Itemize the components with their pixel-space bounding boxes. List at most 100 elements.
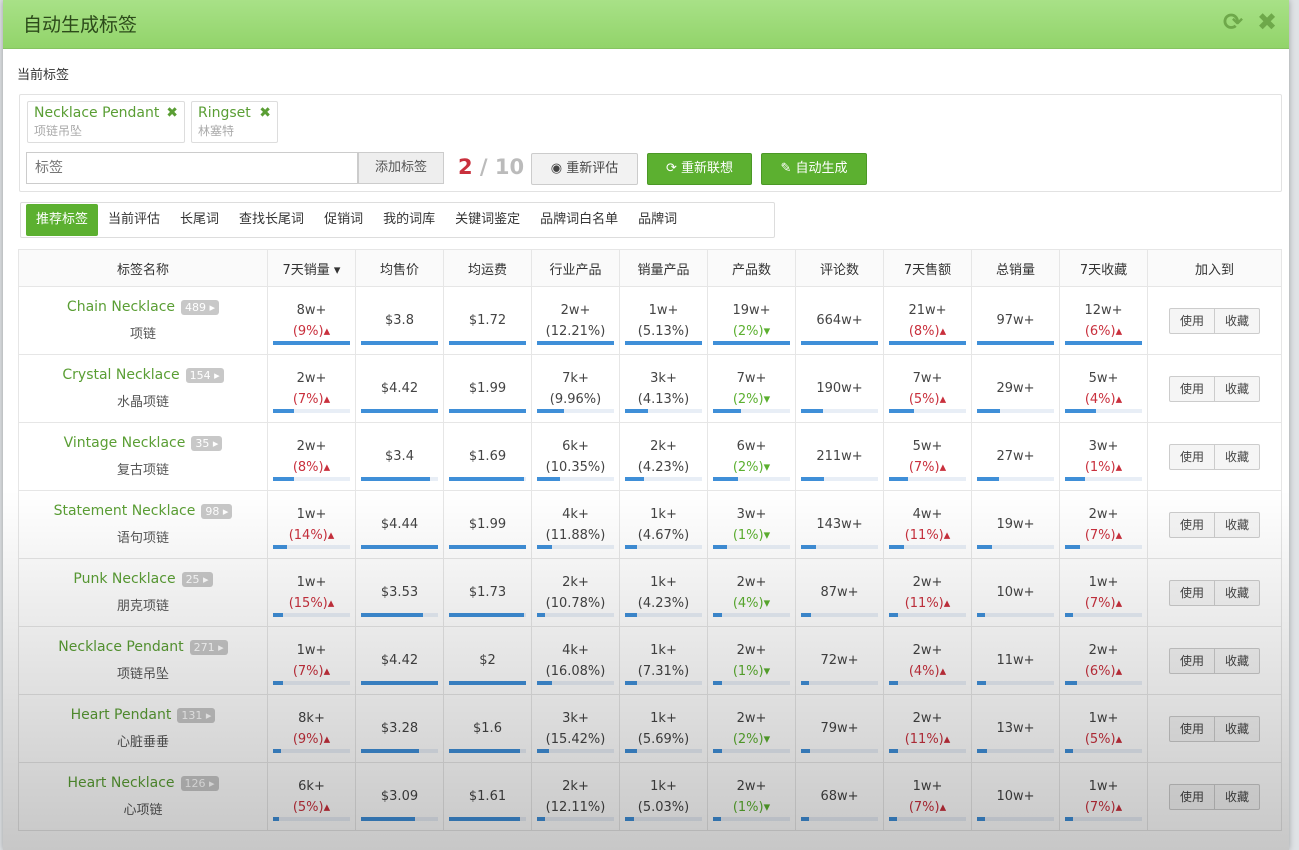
metric-bar-fill (801, 613, 811, 617)
metric-bar-fill (449, 341, 526, 345)
metric-bar-fill (713, 613, 723, 617)
reevaluate-button[interactable]: ◉ 重新评估 (531, 153, 638, 185)
industry-products-cell: 2k+ (10.78%) (531, 558, 620, 627)
col-total-sales[interactable]: 总销量 (971, 249, 1060, 287)
tag-name[interactable]: Heart Pendant (71, 707, 172, 723)
tag-count-badge[interactable]: 98 ▸ (201, 504, 233, 519)
tag-count-badge[interactable]: 271 ▸ (189, 640, 228, 655)
tag-name[interactable]: Heart Necklace (67, 775, 174, 791)
metric-bar (713, 817, 790, 821)
col-tag-name[interactable]: 标签名称 (18, 249, 268, 287)
use-button[interactable]: 使用 (1168, 783, 1215, 810)
metric-value: 13w+ (996, 721, 1035, 736)
col-industry-products[interactable]: 行业产品 (531, 249, 620, 287)
avg-price-cell: $4.42 (355, 354, 444, 423)
metric-bar-fill (713, 749, 723, 753)
col-reviews[interactable]: 评论数 (795, 249, 884, 287)
favorite-button[interactable]: 收藏 (1215, 307, 1261, 334)
tag-name[interactable]: Punk Necklace (73, 571, 175, 587)
metric-value: 2w+ (736, 710, 767, 726)
col-avg-shipping[interactable]: 均运费 (443, 249, 532, 287)
tag-count-max: 10 (494, 155, 525, 179)
autogen-button[interactable]: ✎ 自动生成 (761, 153, 867, 185)
tag-name[interactable]: Chain Necklace (67, 299, 175, 315)
favorite-button[interactable]: 收藏 (1215, 375, 1261, 402)
reassociate-button[interactable]: ⟳ 重新联想 (647, 153, 752, 185)
tag-name[interactable]: Statement Necklace (54, 503, 196, 519)
metric-bar-fill (361, 749, 419, 753)
tag-count-badge[interactable]: 154 ▸ (185, 368, 224, 383)
metric-bar (449, 749, 526, 753)
use-button[interactable]: 使用 (1168, 375, 1215, 402)
col-avg-price[interactable]: 均售价 (355, 249, 444, 287)
col-revenue-7d[interactable]: 7天售额 (883, 249, 972, 287)
tab-promo-words[interactable]: 促销词 (314, 204, 373, 236)
metric-value: 29w+ (996, 381, 1035, 396)
col-sales-7d[interactable]: 7天销量 ▾ (267, 249, 356, 287)
tag-count-badge[interactable]: 35 ▸ (191, 436, 223, 451)
favorites-7d-cell: 5w+ (4%)▴ (1059, 354, 1148, 423)
avg-price-cell: $3.8 (355, 286, 444, 355)
tag-input[interactable] (26, 152, 358, 184)
metric-percent: (1%)▴ (1084, 459, 1123, 475)
favorites-7d-cell: 1w+ (7%)▴ (1059, 558, 1148, 627)
close-icon[interactable]: ✖ (1255, 10, 1279, 34)
metric-bar (273, 545, 350, 549)
add-tag-button[interactable]: 添加标签 (358, 152, 444, 184)
tag-count-badge[interactable]: 126 ▸ (180, 776, 219, 791)
favorite-button[interactable]: 收藏 (1215, 647, 1261, 674)
col-product-count[interactable]: 产品数 (707, 249, 796, 287)
metric-bar (1065, 477, 1142, 481)
metric-bar-fill (1065, 749, 1073, 753)
col-favorites-7d[interactable]: 7天收藏 (1059, 249, 1148, 287)
refresh-icon[interactable]: ⟳ (1221, 10, 1245, 34)
tab-brand-words[interactable]: 品牌词 (628, 204, 687, 236)
remove-tag-icon[interactable]: ✖ (166, 105, 178, 121)
tab-find-long-tail[interactable]: 查找长尾词 (229, 204, 314, 236)
use-button[interactable]: 使用 (1168, 647, 1215, 674)
tab-current-eval[interactable]: 当前评估 (98, 204, 170, 236)
use-button[interactable]: 使用 (1168, 579, 1215, 606)
tab-brand-whitelist[interactable]: 品牌词白名单 (530, 204, 628, 236)
metric-percent: (8%)▴ (292, 459, 331, 475)
tab-keyword-check[interactable]: 关键词鉴定 (445, 204, 530, 236)
favorite-button[interactable]: 收藏 (1215, 783, 1261, 810)
tag-name[interactable]: Crystal Necklace (62, 367, 179, 383)
metric-bar (449, 681, 526, 685)
table-row: Crystal Necklace 154 ▸ 水晶项链 2w+ (7%)▴ $4.42 $1… (18, 354, 1282, 423)
metric-percent: (6%)▴ (1084, 323, 1123, 339)
metric-bar-fill (977, 613, 985, 617)
metric-value: 1w+ (912, 778, 943, 794)
metric-bar-fill (977, 545, 993, 549)
remove-tag-icon[interactable]: ✖ (259, 105, 271, 121)
metric-bar-fill (801, 341, 878, 345)
wand-icon: ✎ (780, 161, 796, 176)
use-button[interactable]: 使用 (1168, 307, 1215, 334)
metric-bar (361, 681, 438, 685)
tag-name[interactable]: Necklace Pendant (58, 639, 183, 655)
tab-my-lexicon[interactable]: 我的词库 (373, 204, 445, 236)
tag-count-badge[interactable]: 489 ▸ (181, 300, 220, 315)
tag-name-cell: Vintage Necklace 35 ▸ 复古项链 (18, 422, 268, 491)
metric-percent: (11.88%) (545, 527, 606, 543)
use-button[interactable]: 使用 (1168, 715, 1215, 742)
tag-count-badge[interactable]: 131 ▸ (177, 708, 216, 723)
metric-bar (273, 477, 350, 481)
tag-count-badge[interactable]: 25 ▸ (181, 572, 213, 587)
use-button[interactable]: 使用 (1168, 511, 1215, 538)
favorite-button[interactable]: 收藏 (1215, 579, 1261, 606)
auto-tag-modal: 自动生成标签 ⟳ ✖ 当前标签 Necklace Pendant 项链吊坠 ✖ … (3, 0, 1289, 850)
tab-long-tail[interactable]: 长尾词 (170, 204, 229, 236)
tag-name[interactable]: Vintage Necklace (64, 435, 186, 451)
metric-bar-fill (625, 613, 637, 617)
use-button[interactable]: 使用 (1168, 443, 1215, 470)
favorite-button[interactable]: 收藏 (1215, 715, 1261, 742)
col-sold-products[interactable]: 销量产品 (619, 249, 708, 287)
tab-recommended[interactable]: 推荐标签 (26, 204, 99, 236)
favorite-button[interactable]: 收藏 (1215, 511, 1261, 538)
favorite-button[interactable]: 收藏 (1215, 443, 1261, 470)
reviews-cell: 211w+ (795, 422, 884, 491)
metric-value: 19w+ (996, 517, 1035, 532)
metric-bar-fill (1065, 545, 1081, 549)
metric-value: 3w+ (1088, 438, 1119, 454)
